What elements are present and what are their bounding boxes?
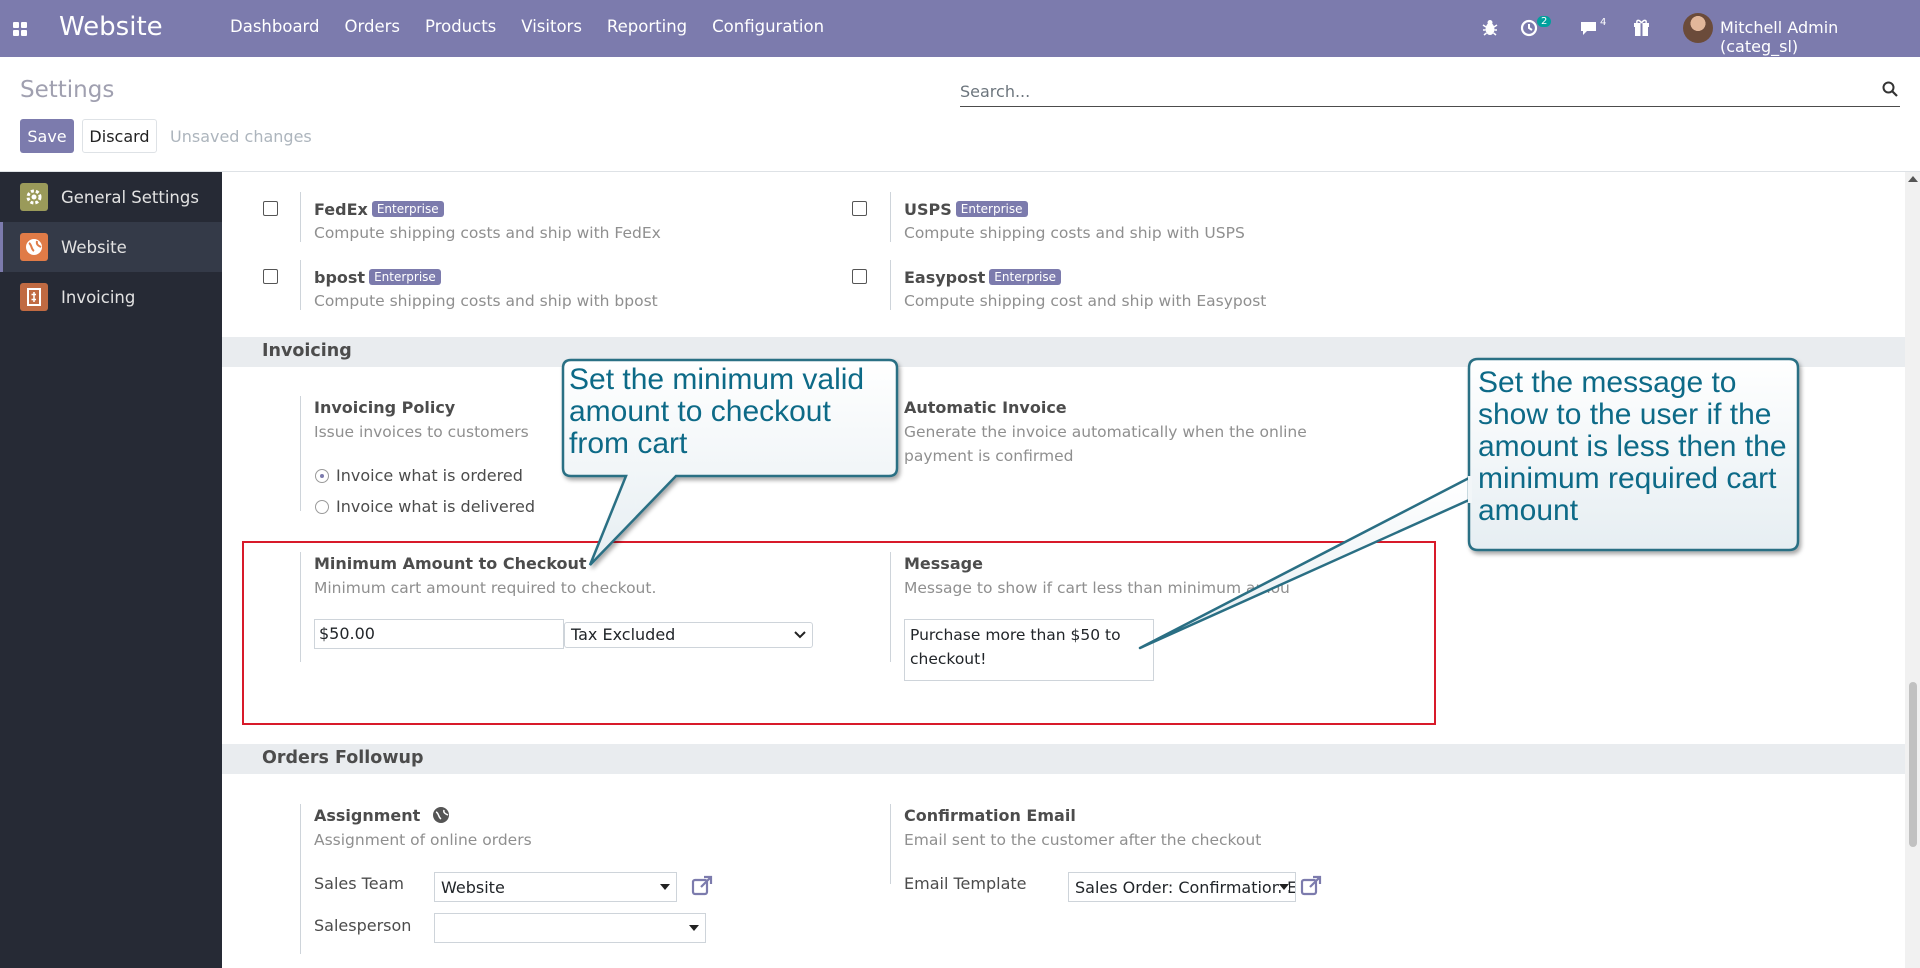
easypost-checkbox[interactable]: [852, 269, 867, 284]
radio-label-delivered: Invoice what is delivered: [336, 497, 535, 516]
assignment-label: Assignment: [314, 806, 450, 825]
sidebar-item-label: Invoicing: [61, 287, 136, 307]
general-settings-icon: [20, 183, 48, 211]
divider: [300, 396, 301, 511]
enterprise-badge: Enterprise: [369, 269, 441, 285]
radio-label-ordered: Invoice what is ordered: [336, 466, 523, 485]
website-globe-icon: [20, 233, 48, 261]
divider: [890, 260, 891, 310]
unsaved-status: Unsaved changes: [170, 127, 312, 146]
bpost-label: bpost Enterprise: [314, 268, 441, 287]
confirmation-email-label: Confirmation Email: [904, 806, 1076, 825]
highlight-box: [242, 541, 1436, 725]
sales-team-select[interactable]: Website: [434, 872, 677, 902]
menu-configuration[interactable]: Configuration: [712, 17, 824, 36]
bug-icon[interactable]: [1482, 19, 1498, 37]
discard-button[interactable]: Discard: [82, 119, 157, 153]
search-icon[interactable]: [1882, 81, 1898, 97]
enterprise-badge: Enterprise: [955, 201, 1028, 217]
automatic-invoice-desc: Generate the invoice automatically when …: [904, 423, 1307, 465]
email-template-label: Email Template: [904, 874, 1027, 893]
menu-visitors[interactable]: Visitors: [521, 17, 582, 36]
section-title: Orders Followup: [262, 748, 424, 768]
gift-icon[interactable]: [1633, 19, 1650, 37]
assignment-desc: Assignment of online orders: [314, 831, 532, 849]
sales-team-value: Website: [441, 878, 505, 897]
menu-reporting[interactable]: Reporting: [607, 17, 687, 36]
salesperson-label: Salesperson: [314, 916, 412, 935]
fedex-checkbox[interactable]: [263, 201, 278, 216]
search-input[interactable]: Search...: [960, 77, 1900, 107]
globe-icon: [432, 807, 449, 823]
activity-clock-icon[interactable]: [1520, 19, 1538, 37]
salesperson-select[interactable]: [434, 913, 706, 943]
enterprise-badge: Enterprise: [371, 201, 444, 217]
bpost-checkbox[interactable]: [263, 269, 278, 284]
invoicing-icon: [20, 283, 48, 311]
main-menu: Dashboard Orders Products Visitors Repor…: [230, 17, 849, 36]
user-name[interactable]: Mitchell Admin (categ_sl): [1720, 18, 1920, 56]
search-placeholder: Search...: [960, 82, 1031, 101]
sidebar-item-website[interactable]: Website: [0, 222, 222, 272]
menu-orders[interactable]: Orders: [345, 17, 401, 36]
settings-sidebar: General Settings Website Invoicing: [0, 172, 222, 968]
divider: [300, 192, 301, 242]
scrollbar-thumb[interactable]: [1909, 682, 1917, 847]
top-navbar: Website Dashboard Orders Products Visito…: [0, 0, 1920, 57]
user-avatar[interactable]: [1683, 13, 1713, 43]
scrollbar-track[interactable]: [1905, 172, 1920, 968]
sidebar-item-invoicing[interactable]: Invoicing: [0, 272, 222, 322]
external-link-icon[interactable]: [1299, 874, 1323, 898]
page-title: Settings: [20, 77, 115, 103]
callout-text-left: Set the minimum valid amount to checkout…: [569, 363, 865, 460]
menu-products[interactable]: Products: [425, 17, 496, 36]
invoicing-policy-label: Invoicing Policy: [314, 398, 456, 417]
sales-team-label: Sales Team: [314, 874, 404, 893]
caret-down-icon: [1279, 884, 1289, 890]
radio-invoice-ordered[interactable]: [315, 469, 329, 483]
scroll-up-arrow-icon[interactable]: [1908, 176, 1918, 182]
easypost-desc: Compute shipping cost and ship with Easy…: [904, 292, 1267, 310]
enterprise-badge: Enterprise: [989, 269, 1062, 285]
save-button[interactable]: Save: [20, 119, 74, 153]
fedex-desc: Compute shipping costs and ship with Fed…: [314, 224, 661, 242]
invoicing-policy-desc: Issue invoices to customers: [314, 423, 529, 441]
email-template-select[interactable]: Sales Order: Confirmation E: [1068, 872, 1296, 902]
bpost-desc: Compute shipping costs and ship with bpo…: [314, 292, 658, 310]
divider: [300, 804, 301, 954]
usps-label: USPS Enterprise: [904, 200, 1028, 219]
message-count-badge: 4: [1600, 17, 1607, 28]
radio-invoice-delivered[interactable]: [315, 500, 329, 514]
apps-menu-icon[interactable]: [10, 19, 30, 39]
activity-count-badge: 2: [1537, 16, 1552, 27]
divider: [300, 260, 301, 310]
caret-down-icon: [660, 884, 670, 890]
easypost-label: Easypost Enterprise: [904, 268, 1062, 287]
automatic-invoice-label: Automatic Invoice: [904, 398, 1067, 417]
section-title: Invoicing: [262, 341, 352, 361]
section-header-invoicing: Invoicing: [222, 337, 1905, 367]
sidebar-item-label: General Settings: [61, 187, 199, 207]
divider: [890, 192, 891, 242]
control-panel: Settings Search... Save Discard Unsaved …: [0, 57, 1920, 172]
usps-desc: Compute shipping costs and ship with USP…: [904, 224, 1245, 242]
menu-dashboard[interactable]: Dashboard: [230, 17, 320, 36]
fedex-label: FedEx Enterprise: [314, 200, 444, 219]
confirmation-email-desc: Email sent to the customer after the che…: [904, 831, 1262, 849]
app-brand[interactable]: Website: [59, 12, 163, 42]
usps-checkbox[interactable]: [852, 201, 867, 216]
external-link-icon[interactable]: [690, 874, 714, 898]
messages-icon[interactable]: [1579, 20, 1598, 37]
sidebar-item-label: Website: [61, 237, 127, 257]
divider: [890, 804, 891, 884]
sidebar-item-general-settings[interactable]: General Settings: [0, 172, 222, 222]
email-template-value: Sales Order: Confirmation E: [1075, 878, 1296, 897]
callout-text-right: Set the message to show to the user if t…: [1478, 366, 1787, 527]
caret-down-icon: [689, 925, 699, 931]
section-header-orders-followup: Orders Followup: [222, 744, 1905, 774]
